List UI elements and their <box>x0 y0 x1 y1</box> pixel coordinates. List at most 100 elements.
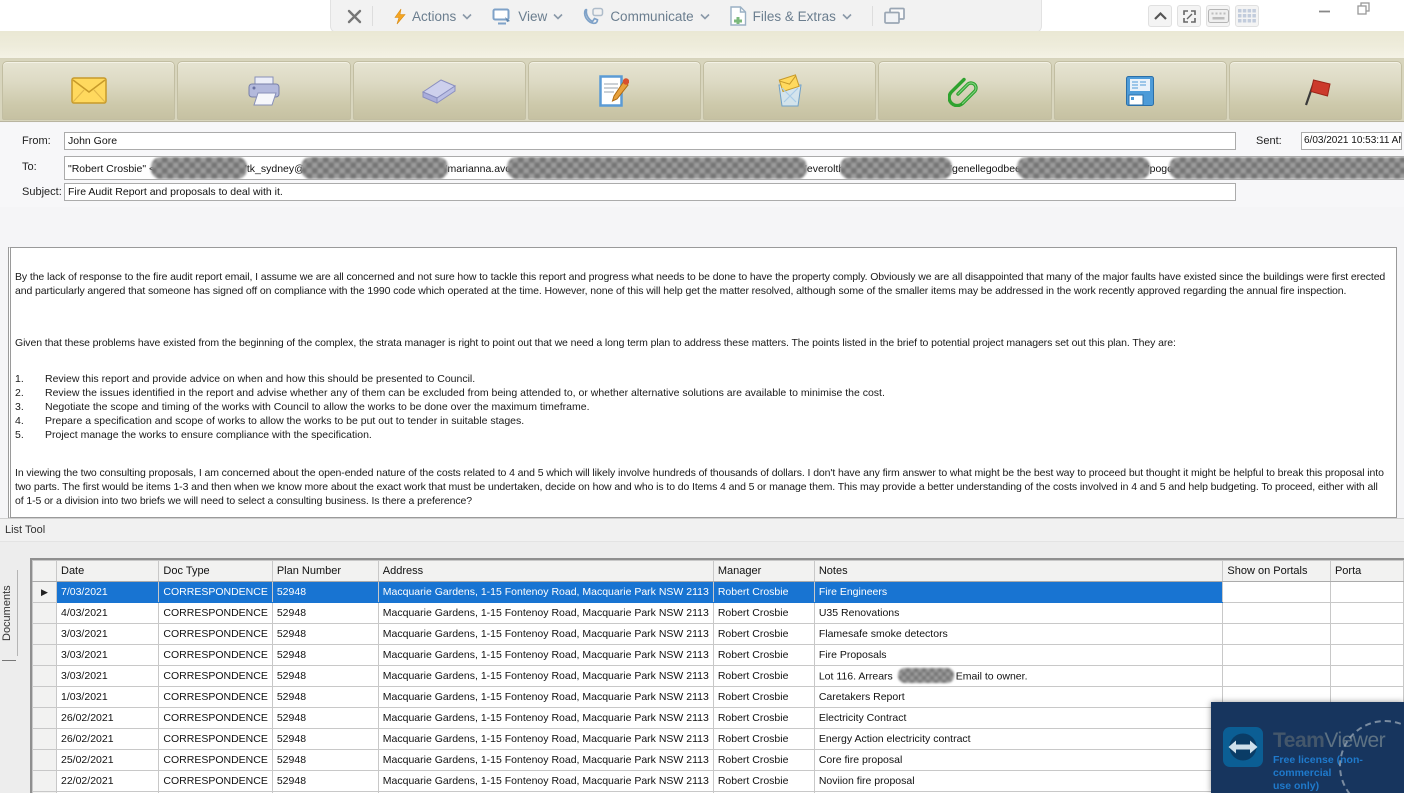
email-body[interactable]: By the lack of response to the fire audi… <box>8 247 1397 518</box>
cell-doc_type: CORRESPONDENCE <box>158 602 273 624</box>
print-button[interactable] <box>177 61 351 120</box>
documents-panel: Documents Date Doc Type Plan Number Address… <box>0 542 1404 793</box>
sent-field[interactable]: 6/03/2021 10:53:11 AM <box>1301 132 1402 150</box>
subject-field[interactable]: Fire Audit Report and proposals to deal … <box>64 183 1236 201</box>
column-header[interactable] <box>32 560 57 582</box>
tab-documents[interactable]: Documents <box>1 570 18 656</box>
delete-email-icon <box>774 73 806 108</box>
redacted-recipient <box>300 157 448 179</box>
cell-notes: Flamesafe smoke detectors <box>813 623 1224 645</box>
from-field[interactable]: John Gore <box>64 132 1236 150</box>
save-button[interactable] <box>1053 61 1227 120</box>
cell-date: 7/03/2021 <box>55 581 160 603</box>
cell-doc_type: CORRESPONDENCE <box>158 581 273 603</box>
grid-icon <box>1238 8 1256 24</box>
cell-date: 3/03/2021 <box>55 644 160 666</box>
cell-notes: Energy Action electricity contract <box>813 728 1224 750</box>
menu-view[interactable]: View <box>482 8 573 25</box>
list-item: 1. Review this report and provide advice … <box>15 372 1388 386</box>
cell-plan: 52948 <box>271 728 379 750</box>
flag-button[interactable] <box>1228 61 1402 120</box>
list-item-number: 1. <box>15 373 24 385</box>
cell-manager: Robert Crosbie <box>712 602 815 624</box>
new-email-button[interactable] <box>2 61 176 120</box>
cell-address: Macquarie Gardens, 1-15 Fontenoy Road, M… <box>377 707 714 729</box>
cell-date: 22/02/2021 <box>55 770 160 792</box>
cell-address: Macquarie Gardens, 1-15 Fontenoy Road, M… <box>377 644 714 666</box>
body-paragraph: In viewing the two consulting proposals,… <box>15 467 1384 507</box>
cell-address: Macquarie Gardens, 1-15 Fontenoy Road, M… <box>377 581 714 603</box>
column-header-show-on-portals[interactable]: Show on Portals <box>1222 560 1331 582</box>
table-row[interactable]: 26/02/2021 CORRESPONDENCE 52948 Macquarie G… <box>32 728 1404 750</box>
menu-files-extras[interactable]: Files & Extras <box>720 6 862 26</box>
minimize-icon[interactable] <box>1318 2 1331 15</box>
list-item-text: Review the issues identified in the repo… <box>45 387 885 399</box>
recipient-text: "marianna.avo <box>443 162 512 175</box>
table-row[interactable]: 26/02/2021 CORRESPONDENCE 52948 Macquarie G… <box>32 707 1404 729</box>
column-header-plan-number[interactable]: Plan Number <box>271 560 379 582</box>
phone-icon <box>583 7 604 25</box>
redacted-recipient <box>1168 157 1404 179</box>
column-header-notes[interactable]: Notes <box>813 560 1224 582</box>
row-indicator <box>32 728 57 750</box>
cell-show-on-portals <box>1222 665 1331 687</box>
column-header-address[interactable]: Address <box>377 560 714 582</box>
remote-desktop-screen: Actions View Communicate Files & Extras Fro… <box>0 0 1404 793</box>
grid-icon[interactable] <box>1235 5 1259 27</box>
keyboard-icon <box>1207 9 1229 23</box>
column-header-doc-type[interactable]: Doc Type <box>158 560 273 582</box>
fullscreen-icon[interactable] <box>1177 5 1201 27</box>
cell-plan: 52948 <box>271 602 379 624</box>
cell-plan: 52948 <box>271 623 379 645</box>
row-indicator <box>32 707 57 729</box>
cell-date: 26/02/2021 <box>55 707 160 729</box>
table-row[interactable]: ▶ 7/03/2021 CORRESPONDENCE 52948 Macquarie G… <box>32 581 1404 603</box>
delete-email-button[interactable] <box>703 61 877 120</box>
cell-date: 25/02/2021 <box>55 749 160 771</box>
dual-monitor-icon[interactable] <box>883 7 906 26</box>
menu-communicate[interactable]: Communicate <box>573 7 719 25</box>
menu-actions[interactable]: Actions <box>383 8 482 25</box>
chevron-down-icon <box>700 13 710 20</box>
table-row[interactable]: 22/02/2021 CORRESPONDENCE 52948 Macquarie G… <box>32 770 1404 792</box>
column-header-manager[interactable]: Manager <box>712 560 815 582</box>
monitor-icon <box>492 8 512 25</box>
remote-session-strip: Actions View Communicate Files & Extras <box>0 0 1404 33</box>
cell-doc_type: CORRESPONDENCE <box>158 665 273 687</box>
teamviewer-logo-icon <box>1223 727 1263 767</box>
table-row[interactable]: 1/03/2021 CORRESPONDENCE 52948 Macquarie Ga… <box>32 686 1404 708</box>
cell-doc_type: CORRESPONDENCE <box>158 686 273 708</box>
cell-portal <box>1329 665 1404 687</box>
edit-note-button[interactable] <box>527 61 701 120</box>
cell-manager: Robert Crosbie <box>712 728 815 750</box>
restore-icon[interactable] <box>1357 2 1370 15</box>
redacted-note <box>897 667 954 683</box>
collapse-icon[interactable] <box>1148 5 1172 27</box>
table-row[interactable]: 25/02/2021 CORRESPONDENCE 52948 Macquarie G… <box>32 749 1404 771</box>
redacted-recipient <box>840 157 953 179</box>
row-indicator <box>32 749 57 771</box>
toolbar-divider <box>871 6 873 26</box>
cell-manager: Robert Crosbie <box>712 770 815 792</box>
cell-manager: Robert Crosbie <box>712 623 815 645</box>
menu-label: Communicate <box>610 8 694 24</box>
to-field[interactable]: "Robert Crosbie" < "tk_sydney@ "marianna.a… <box>64 156 1404 180</box>
recipient-text: "genellegodbee <box>948 162 1021 175</box>
table-row[interactable]: 3/03/2021 CORRESPONDENCE 52948 Macquarie Ga… <box>32 665 1404 687</box>
table-row[interactable]: 4/03/2021 CORRESPONDENCE 52948 Macquarie Ga… <box>32 602 1404 624</box>
scanner-button[interactable] <box>352 61 526 120</box>
cell-doc_type: CORRESPONDENCE <box>158 749 273 771</box>
cell-show-on-portals <box>1222 644 1331 666</box>
attachment-button[interactable] <box>878 61 1052 120</box>
cell-manager: Robert Crosbie <box>712 749 815 771</box>
lightning-icon <box>393 8 406 25</box>
column-header-porta[interactable]: Porta <box>1329 560 1404 582</box>
print-icon <box>245 75 283 107</box>
cell-notes: Fire Proposals <box>813 644 1224 666</box>
keyboard-icon[interactable] <box>1206 5 1230 27</box>
column-header-date[interactable]: Date <box>55 560 160 582</box>
table-row[interactable]: 3/03/2021 CORRESPONDENCE 52948 Macquarie Ga… <box>32 644 1404 666</box>
brand-bold: Team <box>1273 729 1325 752</box>
table-row[interactable]: 3/03/2021 CORRESPONDENCE 52948 Macquarie Ga… <box>32 623 1404 645</box>
close-icon[interactable] <box>347 9 362 24</box>
